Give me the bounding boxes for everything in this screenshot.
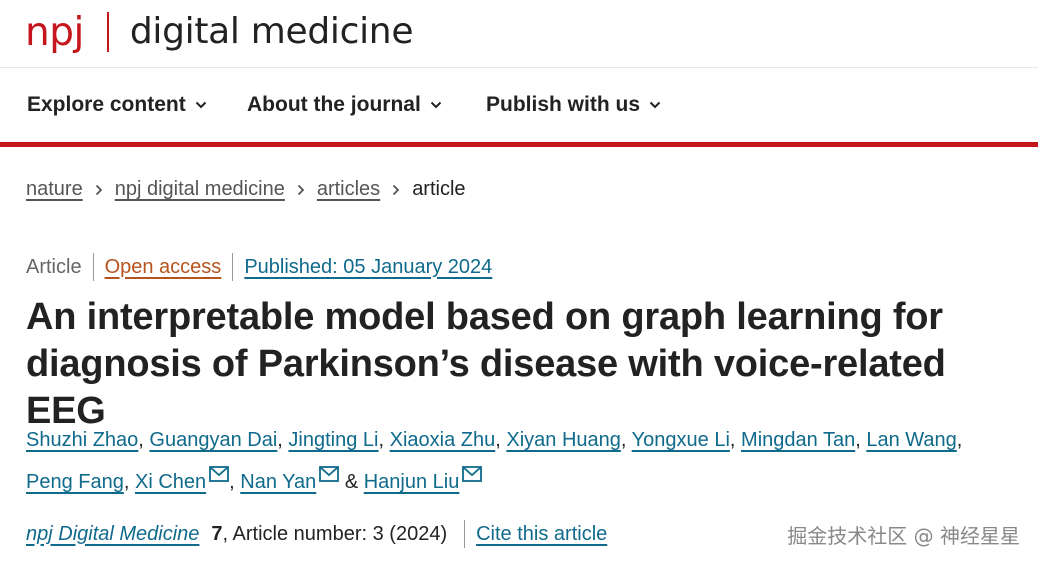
email-icon[interactable] [319, 466, 340, 482]
published-date-link[interactable]: Published: 05 January 2024 [244, 256, 492, 279]
logo-npj: npj [25, 9, 84, 55]
nav-item-label: Explore content [27, 93, 186, 116]
nav-about-journal[interactable]: About the journal [247, 93, 442, 117]
author-list: Shuzhi Zhao, Guangyan Dai, Jingting Li, … [26, 429, 963, 493]
author-link[interactable]: Nan Yan [240, 471, 316, 493]
journal-logo[interactable]: npj digital medicine [25, 8, 413, 56]
author-link[interactable]: Mingdan Tan [741, 429, 855, 451]
meta-divider [232, 253, 234, 281]
chevron-down-icon [430, 101, 442, 109]
journal-volume: 7 [211, 522, 223, 545]
meta-divider [464, 520, 466, 548]
nav-item-label: Publish with us [486, 93, 641, 116]
author-ampersand: & [344, 471, 359, 493]
author-link[interactable]: Yongxue Li [632, 429, 730, 451]
cite-article-link[interactable]: Cite this article [476, 523, 607, 546]
author-link[interactable]: Jingting Li [288, 429, 378, 451]
watermark-text: 掘金技术社区 @ 神经星星 [787, 524, 1020, 548]
author-link[interactable]: Hanjun Liu [364, 471, 460, 493]
email-icon[interactable] [462, 466, 483, 482]
author-link[interactable]: Peng Fang [26, 471, 124, 493]
email-icon[interactable] [209, 466, 230, 482]
brand-header: npj digital medicine [0, 0, 1038, 68]
nav-accent-rule [0, 142, 1038, 147]
author-link[interactable]: Lan Wang [866, 429, 956, 451]
article-number: , Article number: 3 (2024) [222, 522, 448, 545]
breadcrumb-npj-digital-medicine[interactable]: npj digital medicine [115, 178, 285, 201]
logo-title: digital medicine [129, 11, 414, 52]
main-nav: Explore content About the journal Publis… [0, 69, 1038, 143]
logo-divider [106, 12, 109, 52]
author-link[interactable]: Shuzhi Zhao [26, 429, 138, 451]
journal-name-link[interactable]: npj Digital Medicine [26, 523, 199, 546]
open-access-link[interactable]: Open access [105, 256, 222, 279]
chevron-down-icon [195, 101, 206, 109]
meta-divider [92, 253, 94, 281]
citation-line: npj Digital Medicine 7 , Article number:… [26, 520, 607, 548]
nav-item-label: About the journal [247, 93, 421, 116]
nav-publish-with-us[interactable]: Publish with us [486, 93, 661, 117]
author-link[interactable]: Xiaoxia Zhu [390, 429, 496, 451]
breadcrumb: nature npj digital medicine articles art… [26, 178, 466, 201]
chevron-right-icon [95, 184, 102, 195]
author-link[interactable]: Xi Chen [135, 471, 206, 493]
author-link[interactable]: Guangyan Dai [149, 429, 277, 451]
article-type: Article [26, 255, 82, 278]
breadcrumb-nature[interactable]: nature [26, 178, 83, 201]
author-link[interactable]: Xiyan Huang [506, 429, 621, 451]
article-title: An interpretable model based on graph le… [26, 294, 1031, 435]
breadcrumb-current: article [412, 178, 466, 200]
article-title-line-1: An interpretable model based on graph le… [26, 296, 943, 338]
nav-explore-content[interactable]: Explore content [27, 93, 207, 117]
breadcrumb-articles[interactable]: articles [317, 178, 380, 201]
chevron-right-icon [393, 184, 400, 195]
chevron-right-icon [297, 184, 305, 195]
article-meta: Article Open access Published: 05 Januar… [26, 253, 492, 281]
chevron-down-icon [649, 101, 661, 109]
